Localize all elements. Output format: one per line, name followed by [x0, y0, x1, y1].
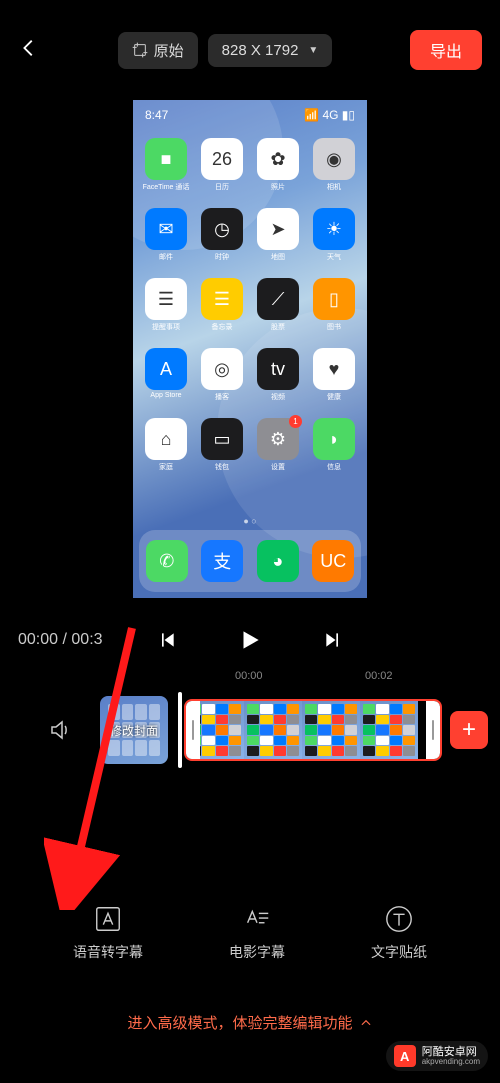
app-grid: ■FaceTime 通话26日历✿照片◉相机 ✉邮件◷时钟➤地图☀天气 ☰提醒事项☰… — [133, 130, 367, 512]
timeline[interactable]: 修改封面 + — [0, 690, 500, 770]
app-icon: ◎播客 — [197, 348, 247, 412]
app-icon: AApp Store — [141, 348, 191, 412]
dimensions-label: 828 X 1792 — [222, 42, 299, 59]
watermark-title: 阿酷安卓网 — [422, 1047, 480, 1058]
advanced-mode-button[interactable]: 进入高级模式，体验完整编辑功能 — [0, 1012, 500, 1033]
current-time: 00:00 — [18, 631, 58, 648]
app-icon: ◉相机 — [309, 138, 359, 202]
previous-button[interactable] — [157, 630, 177, 650]
dock-app: UC — [312, 540, 354, 582]
status-bar: 8:47 📶 4G ▮▯ — [133, 100, 367, 130]
chevron-up-icon — [359, 1016, 373, 1030]
clip-frame — [244, 701, 302, 759]
app-icon: ■FaceTime 通话 — [141, 138, 191, 202]
aspect-ratio-button[interactable]: 原始 — [118, 32, 198, 69]
tab-label: 电影字幕 — [229, 942, 285, 962]
next-button[interactable] — [323, 630, 343, 650]
watermark: A 阿酷安卓网 akpvending.com — [386, 1041, 488, 1071]
aspect-label: 原始 — [154, 40, 184, 61]
app-icon: ⟋股票 — [253, 278, 303, 342]
video-preview[interactable]: 8:47 📶 4G ▮▯ ■FaceTime 通话26日历✿照片◉相机 ✉邮件◷时… — [0, 100, 500, 610]
aspect-controls: 原始 828 X 1792 ▼ — [118, 32, 333, 69]
subtitle-lines-icon — [242, 904, 272, 934]
status-time: 8:47 — [145, 108, 168, 122]
clip-strip[interactable] — [184, 699, 442, 761]
play-controls — [118, 627, 382, 653]
tab-label: 文字贴纸 — [371, 942, 427, 962]
app-icon: ♥健康 — [309, 348, 359, 412]
app-icon: 26日历 — [197, 138, 247, 202]
clip-frame — [360, 701, 418, 759]
app-icon: ⚙1设置 — [253, 418, 303, 482]
app-icon: ☰备忘录 — [197, 278, 247, 342]
app-icon: ☰提醒事项 — [141, 278, 191, 342]
subtitle-a-icon — [93, 904, 123, 934]
ruler-tick: 00:00 — [235, 670, 365, 690]
phone-screen: 8:47 📶 4G ▮▯ ■FaceTime 通话26日历✿照片◉相机 ✉邮件◷时… — [133, 100, 367, 598]
add-clip-button[interactable]: + — [450, 711, 488, 749]
tab-auto-subtitle[interactable]: 语音转字幕 — [73, 904, 143, 962]
bottom-tabs: 语音转字幕 电影字幕 文字贴纸 — [0, 893, 500, 973]
app-icon: ⌂家庭 — [141, 418, 191, 482]
page-dots: ● ○ — [133, 512, 367, 530]
app-icon: ◗信息 — [309, 418, 359, 482]
app-icon: tv视频 — [253, 348, 303, 412]
crop-icon — [132, 42, 148, 58]
dock: ✆ 支 ◕ UC — [139, 530, 361, 592]
dock-app: ✆ — [146, 540, 188, 582]
app-icon: ✿照片 — [253, 138, 303, 202]
playhead[interactable] — [178, 692, 182, 768]
app-icon: ▯图书 — [309, 278, 359, 342]
status-indicators: 📶 4G ▮▯ — [304, 108, 355, 122]
advanced-label: 进入高级模式，体验完整编辑功能 — [127, 1012, 352, 1033]
dock-app: ◕ — [257, 540, 299, 582]
app-icon: ☀天气 — [309, 208, 359, 272]
chevron-left-icon — [18, 37, 40, 59]
cover-thumbnail[interactable]: 修改封面 — [100, 696, 168, 764]
app-icon: ◷时钟 — [197, 208, 247, 272]
cover-label: 修改封面 — [110, 722, 158, 739]
clip-frame — [302, 701, 360, 759]
watermark-url: akpvending.com — [422, 1058, 480, 1066]
total-time: 00:3 — [71, 631, 102, 648]
export-button[interactable]: 导出 — [410, 30, 482, 70]
time-display: 00:00 / 00:3 — [18, 631, 118, 649]
ruler-tick: 00:02 — [365, 670, 495, 690]
mute-button[interactable] — [20, 718, 100, 742]
watermark-logo: A — [394, 1045, 416, 1067]
trim-handle-left[interactable] — [186, 701, 200, 759]
chevron-down-icon: ▼ — [308, 45, 318, 56]
time-ruler: 00:00 00:02 — [0, 670, 500, 690]
tab-movie-subtitle[interactable]: 电影字幕 — [229, 904, 285, 962]
play-button[interactable] — [237, 627, 263, 653]
tab-label: 语音转字幕 — [73, 942, 143, 962]
app-icon: ➤地图 — [253, 208, 303, 272]
app-icon: ▭钱包 — [197, 418, 247, 482]
playback-bar: 00:00 / 00:3 — [0, 610, 500, 670]
dimensions-button[interactable]: 828 X 1792 ▼ — [208, 34, 333, 67]
trim-handle-right[interactable] — [426, 701, 440, 759]
back-button[interactable] — [18, 37, 40, 64]
top-bar: 原始 828 X 1792 ▼ 导出 — [0, 0, 500, 100]
dock-app: 支 — [201, 540, 243, 582]
speaker-icon — [48, 718, 72, 742]
text-t-icon — [384, 904, 414, 934]
app-icon: ✉邮件 — [141, 208, 191, 272]
tab-text-sticker[interactable]: 文字贴纸 — [371, 904, 427, 962]
